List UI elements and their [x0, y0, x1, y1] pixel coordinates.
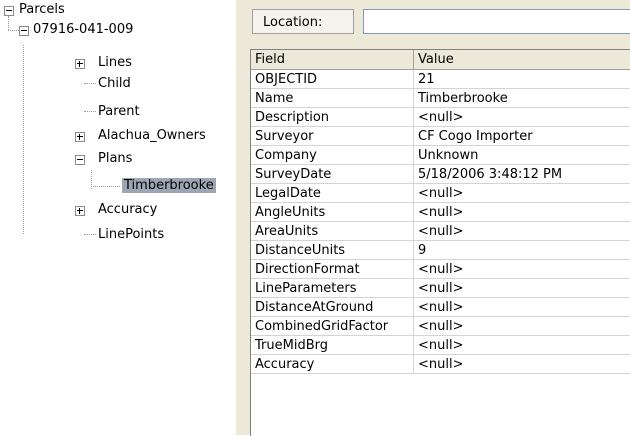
tree-node-alachua-owners[interactable]: Alachua_Owners: [96, 126, 208, 145]
tree-connector: [84, 234, 96, 235]
collapse-icon[interactable]: [4, 6, 14, 16]
field-cell: TrueMidBrg: [251, 336, 414, 355]
tree-connector: [8, 30, 19, 31]
tree-node-label: Accuracy: [98, 202, 158, 217]
grid-header: Field Value: [251, 50, 630, 70]
value-cell[interactable]: CF Cogo Importer: [414, 127, 630, 146]
value-cell[interactable]: <null>: [414, 298, 630, 317]
tree-node-label: Timberbrooke: [122, 178, 216, 193]
field-cell: Accuracy: [251, 355, 414, 374]
attribute-grid[interactable]: Field Value OBJECTID 21 Name Timberbrook…: [250, 49, 630, 436]
field-cell: LegalDate: [251, 184, 414, 203]
tree-node-linepoints[interactable]: LinePoints: [96, 225, 166, 244]
value-cell[interactable]: <null>: [414, 108, 630, 127]
table-row[interactable]: TrueMidBrg <null>: [251, 336, 630, 355]
value-cell[interactable]: <null>: [414, 355, 630, 374]
value-cell[interactable]: <null>: [414, 279, 630, 298]
table-row[interactable]: AngleUnits <null>: [251, 203, 630, 222]
field-cell: OBJECTID: [251, 70, 414, 89]
table-row[interactable]: CombinedGridFactor <null>: [251, 317, 630, 336]
table-row[interactable]: Surveyor CF Cogo Importer: [251, 127, 630, 146]
table-row[interactable]: Name Timberbrooke: [251, 89, 630, 108]
field-cell: Surveyor: [251, 127, 414, 146]
field-cell: DirectionFormat: [251, 260, 414, 279]
expand-icon[interactable]: [75, 206, 85, 216]
field-cell: DistanceUnits: [251, 241, 414, 260]
table-row[interactable]: LegalDate <null>: [251, 184, 630, 203]
tree-node-accuracy[interactable]: Accuracy: [96, 200, 159, 219]
location-bar: Location:: [243, 0, 630, 44]
tree-node-lines[interactable]: Lines: [96, 53, 134, 72]
value-cell[interactable]: <null>: [414, 336, 630, 355]
tree-node-child[interactable]: Child: [96, 74, 133, 93]
value-cell[interactable]: <null>: [414, 184, 630, 203]
table-row[interactable]: Description <null>: [251, 108, 630, 127]
tree-connector: [8, 16, 9, 30]
table-row[interactable]: OBJECTID 21: [251, 70, 630, 89]
tree-connector: [23, 45, 24, 234]
tree-connector: [84, 111, 96, 112]
tree-node-label: 07916-041-009: [33, 22, 134, 37]
field-cell: Name: [251, 89, 414, 108]
value-cell[interactable]: Timberbrooke: [414, 89, 630, 108]
field-cell: LineParameters: [251, 279, 414, 298]
table-row[interactable]: LineParameters <null>: [251, 279, 630, 298]
tree-node-label: Plans: [98, 151, 133, 166]
value-cell[interactable]: 5/18/2006 3:48:12 PM: [414, 165, 630, 184]
tree-node-parent[interactable]: Parent: [96, 102, 142, 121]
tree-node-label: Parcels: [19, 2, 65, 17]
field-cell: SurveyDate: [251, 165, 414, 184]
expand-icon[interactable]: [75, 132, 85, 142]
column-header-field[interactable]: Field: [251, 50, 414, 70]
table-row[interactable]: SurveyDate 5/18/2006 3:48:12 PM: [251, 165, 630, 184]
table-row[interactable]: Accuracy <null>: [251, 355, 630, 374]
table-row[interactable]: DistanceAtGround <null>: [251, 298, 630, 317]
tree-node-label: Parent: [98, 104, 140, 119]
collapse-icon[interactable]: [19, 26, 29, 36]
tree-node-label: LinePoints: [98, 227, 165, 242]
value-cell[interactable]: 21: [414, 70, 630, 89]
tree-node-timberbrooke[interactable]: Timberbrooke: [122, 176, 216, 195]
table-row[interactable]: DirectionFormat <null>: [251, 260, 630, 279]
location-input[interactable]: [363, 9, 630, 34]
field-cell: AreaUnits: [251, 222, 414, 241]
value-cell[interactable]: <null>: [414, 203, 630, 222]
table-row[interactable]: Company Unknown: [251, 146, 630, 165]
field-cell: Description: [251, 108, 414, 127]
location-label: Location:: [252, 9, 354, 34]
value-cell[interactable]: Unknown: [414, 146, 630, 165]
field-cell: AngleUnits: [251, 203, 414, 222]
expand-icon[interactable]: [75, 59, 85, 69]
table-row[interactable]: AreaUnits <null>: [251, 222, 630, 241]
value-cell[interactable]: <null>: [414, 317, 630, 336]
tree-connector: [84, 83, 96, 84]
value-cell[interactable]: <null>: [414, 260, 630, 279]
collapse-icon[interactable]: [75, 155, 85, 165]
tree-view[interactable]: Parcels 07916-041-009 Lines Child Parent…: [0, 0, 236, 435]
pane-splitter[interactable]: [236, 0, 243, 435]
column-header-value[interactable]: Value: [414, 50, 630, 70]
field-cell: DistanceAtGround: [251, 298, 414, 317]
tree-node-parcel[interactable]: 07916-041-009: [31, 20, 135, 39]
attribute-pane: Location: Field Value OBJECTID 21 Name T…: [243, 0, 630, 436]
field-cell: CombinedGridFactor: [251, 317, 414, 336]
value-cell[interactable]: <null>: [414, 222, 630, 241]
tree-node-plans[interactable]: Plans: [96, 149, 134, 168]
tree-node-label: Lines: [98, 55, 132, 70]
tree-node-label: Alachua_Owners: [98, 128, 206, 143]
tree-connector: [91, 186, 120, 187]
field-cell: Company: [251, 146, 414, 165]
value-cell[interactable]: 9: [414, 241, 630, 260]
tree-node-label: Child: [98, 76, 131, 91]
tree-node-parcels[interactable]: Parcels: [17, 0, 67, 19]
table-row[interactable]: DistanceUnits 9: [251, 241, 630, 260]
